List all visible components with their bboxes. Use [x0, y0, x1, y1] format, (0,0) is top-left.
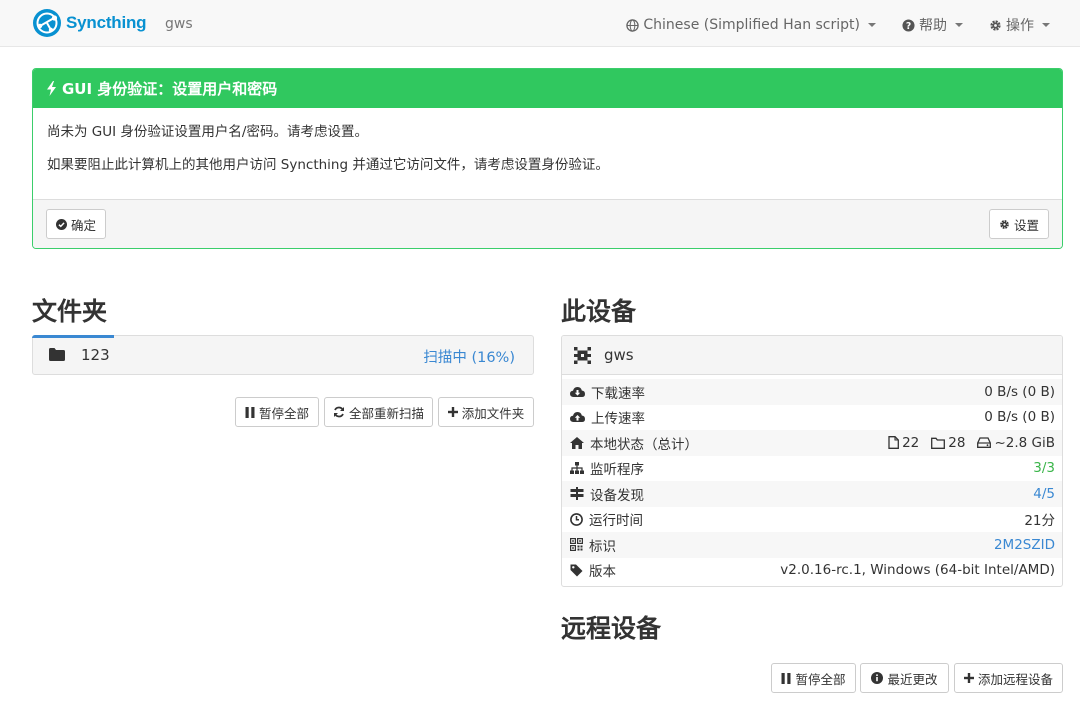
qrcode-icon: [570, 538, 583, 552]
brand-name: Syncthing: [66, 13, 147, 32]
hostname: gws: [165, 16, 193, 32]
pause-all-devices-label: 暂停全部: [795, 671, 846, 687]
recent-changes-label: 最近更改: [887, 671, 938, 687]
identity-label: 标识: [589, 538, 616, 555]
version-label: 版本: [589, 564, 616, 581]
listeners-row: 监听程序 3/3: [562, 456, 1062, 482]
signpost-icon: [570, 487, 584, 501]
listeners-label: 监听程序: [590, 462, 644, 479]
auth-warning-text-2: 如果要阻止此计算机上的其他用户访问 Syncthing 并通过它访问文件，请考虑…: [47, 157, 609, 173]
download-rate-label: 下载速率: [591, 385, 645, 402]
auth-warning-text-1: 尚未为 GUI 身份验证设置用户名/密码。请考虑设置。: [47, 124, 368, 140]
local-state-row: 本地状态（总计） 22 28 ~2.8 GiB: [562, 430, 1062, 456]
auth-warning-body: 尚未为 GUI 身份验证设置用户名/密码。请考虑设置。 如果要阻止此计算机上的其…: [33, 108, 1062, 200]
file-icon: [888, 436, 900, 450]
this-device-heading: 此设备: [561, 297, 637, 326]
local-files-count: 22: [902, 434, 920, 451]
globe-icon: [626, 18, 640, 32]
scan-progress-accent: [32, 335, 114, 338]
pause-all-devices-button[interactable]: 暂停全部: [771, 663, 856, 693]
sitemap-icon: [570, 462, 584, 475]
actions-label: 操作: [1006, 18, 1034, 34]
version-row: 版本 v2.0.16-rc.1, Windows (64-bit Intel/A…: [562, 558, 1062, 584]
discovery-label: 设备发现: [590, 487, 644, 504]
version-value: v2.0.16-rc.1, Windows (64-bit Intel/AMD): [780, 562, 1055, 579]
identity-row: 标识 2M2SZID: [562, 532, 1062, 558]
check-circle-icon: [55, 218, 67, 230]
pause-icon: [245, 406, 255, 418]
local-dirs-count: 28: [948, 434, 966, 451]
upload-rate-value: 0 B/s (0 B): [984, 409, 1055, 426]
folder-icon: [49, 348, 65, 361]
actions-menu[interactable]: 操作: [989, 15, 1050, 35]
cloud-download-icon: [570, 386, 585, 397]
gear-icon: [1000, 219, 1009, 229]
this-device-header[interactable]: gws: [562, 336, 1062, 375]
listeners-value[interactable]: 3/3: [1033, 460, 1055, 476]
syncthing-logo-icon: [33, 9, 61, 37]
discovery-value[interactable]: 4/5: [1033, 486, 1055, 502]
download-rate-value: 0 B/s (0 B): [984, 383, 1055, 400]
auth-warning-panel: GUI 身份验证：设置用户和密码 尚未为 GUI 身份验证设置用户名/密码。请考…: [32, 68, 1063, 249]
caret-down-icon: [868, 23, 876, 27]
question-circle-icon: ?: [902, 18, 915, 31]
help-label: 帮助: [919, 18, 947, 34]
folder-panel[interactable]: 123 扫描中 (16%): [32, 335, 534, 375]
auth-warning-header: GUI 身份验证：设置用户和密码: [33, 69, 1062, 108]
clock-icon: [570, 512, 583, 526]
language-label: Chinese (Simplified Han script): [643, 17, 860, 33]
caret-down-icon: [955, 23, 963, 27]
auth-warning-title: GUI 身份验证：设置用户和密码: [62, 80, 278, 98]
hdd-icon: [977, 437, 992, 449]
download-rate-row: 下载速率 0 B/s (0 B): [562, 379, 1062, 405]
folders-heading: 文件夹: [32, 297, 108, 326]
uptime-value: 21分: [1024, 513, 1055, 530]
cloud-upload-icon: [570, 412, 585, 423]
bolt-icon: [47, 81, 56, 96]
this-device-name: gws: [604, 346, 634, 364]
uptime-row: 运行时间 21分: [562, 507, 1062, 533]
uptime-label: 运行时间: [589, 513, 643, 530]
identity-value[interactable]: 2M2SZID: [994, 537, 1055, 553]
caret-down-icon: [1042, 23, 1050, 27]
settings-button[interactable]: 设置: [989, 209, 1049, 239]
local-state-label: 本地状态（总计）: [590, 436, 698, 453]
ok-button[interactable]: 确定: [46, 209, 106, 239]
gear-icon: [990, 19, 1001, 31]
upload-rate-row: 上传速率 0 B/s (0 B): [562, 405, 1062, 431]
language-menu[interactable]: Chinese (Simplified Han script): [626, 15, 876, 35]
auth-warning-footer: 确定 设置: [33, 199, 1062, 248]
add-folder-label: 添加文件夹: [461, 405, 525, 421]
folder-status: 扫描中 (16%): [423, 350, 515, 366]
add-remote-device-label: 添加远程设备: [977, 671, 1053, 687]
ok-button-label: 确定: [70, 217, 96, 233]
pause-all-folders-button[interactable]: 暂停全部: [235, 397, 319, 427]
local-size: ~2.8 GiB: [994, 434, 1055, 451]
tag-icon: [570, 564, 583, 577]
home-icon: [570, 436, 584, 449]
remote-devices-heading: 远程设备: [561, 614, 662, 643]
discovery-row: 设备发现 4/5: [562, 481, 1062, 507]
rescan-all-label: 全部重新扫描: [349, 405, 425, 421]
plus-icon: [963, 673, 974, 683]
settings-button-label: 设置: [1013, 217, 1039, 233]
refresh-icon: [334, 406, 344, 418]
pause-all-folders-label: 暂停全部: [258, 405, 309, 421]
rescan-all-button[interactable]: 全部重新扫描: [324, 397, 433, 427]
recent-changes-button[interactable]: 最近更改: [860, 663, 949, 693]
folder-outline-icon: [931, 437, 946, 449]
navbar: Syncthing gws Chinese (Simplified Han sc…: [0, 0, 1080, 47]
svg-text:?: ?: [906, 20, 911, 31]
device-identicon-icon: [574, 346, 591, 364]
add-folder-button[interactable]: 添加文件夹: [438, 397, 534, 427]
info-circle-icon: [871, 672, 884, 684]
plus-icon: [447, 407, 458, 417]
pause-icon: [781, 672, 791, 684]
add-remote-device-button[interactable]: 添加远程设备: [954, 663, 1063, 693]
this-device-panel: gws 下载速率 0 B/s (0 B) 上传速率 0 B/s (0 B) 本地…: [561, 335, 1063, 587]
upload-rate-label: 上传速率: [591, 411, 645, 428]
folder-label: 123: [81, 346, 110, 364]
brand[interactable]: Syncthing: [32, 8, 147, 38]
help-menu[interactable]: ? 帮助: [902, 15, 963, 35]
